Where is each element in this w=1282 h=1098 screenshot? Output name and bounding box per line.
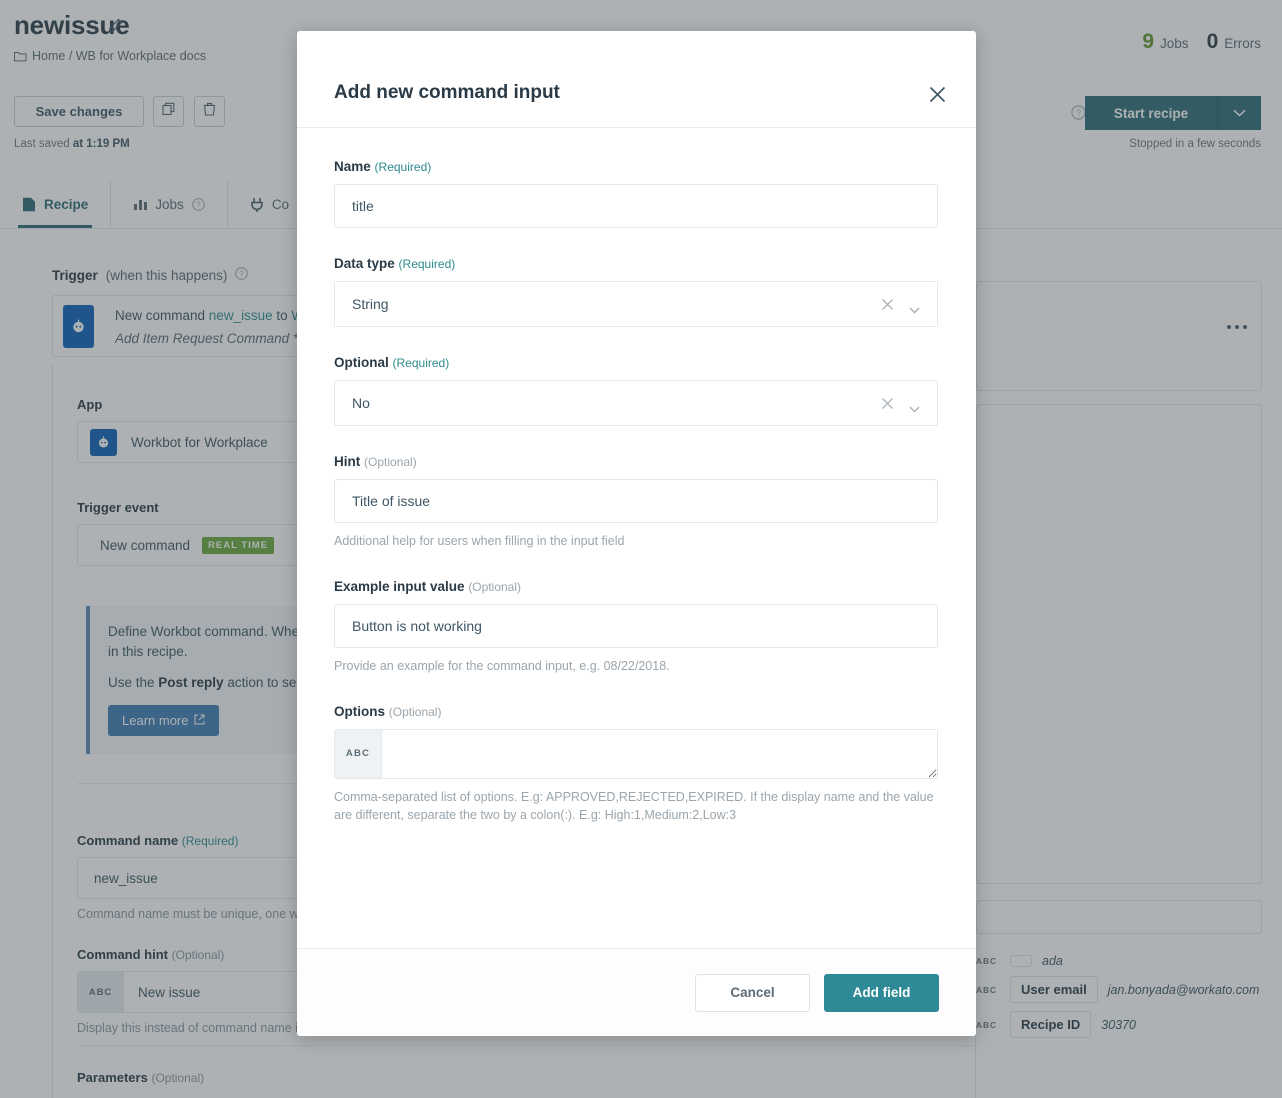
hint-label-text: Hint bbox=[334, 454, 361, 469]
data-type-field-label: Data type (Required) bbox=[334, 256, 939, 271]
chevron-down-icon[interactable] bbox=[909, 301, 920, 314]
data-type-label-text: Data type bbox=[334, 256, 395, 271]
options-field: Options (Optional) ABC Comma-separated l… bbox=[334, 704, 939, 826]
name-required: (Required) bbox=[374, 160, 432, 174]
add-field-button[interactable]: Add field bbox=[824, 973, 939, 1012]
options-textarea[interactable] bbox=[382, 729, 937, 778]
options-field-label: Options (Optional) bbox=[334, 704, 939, 719]
hint-field: Hint (Optional) Additional help for user… bbox=[334, 454, 939, 551]
options-help-text: Comma-separated list of options. E.g: AP… bbox=[334, 789, 934, 823]
dialog-body: Name (Required) Data type (Required) Str… bbox=[297, 128, 976, 948]
name-field-label: Name (Required) bbox=[334, 159, 939, 174]
options-label-text: Options bbox=[334, 703, 385, 719]
hint-field-label: Hint (Optional) bbox=[334, 454, 939, 469]
example-input[interactable] bbox=[334, 603, 938, 648]
data-type-required: (Required) bbox=[398, 257, 456, 271]
optional-label-text: Optional bbox=[334, 355, 389, 370]
optional-select[interactable]: No bbox=[334, 380, 938, 426]
dialog-footer: Cancel Add field bbox=[297, 948, 976, 1036]
name-field: Name (Required) bbox=[334, 159, 939, 228]
optional-value: No bbox=[352, 395, 370, 411]
data-type-select[interactable]: String bbox=[334, 281, 938, 327]
example-label-text: Example input value bbox=[334, 578, 465, 594]
hint-input[interactable] bbox=[334, 479, 938, 523]
name-label-text: Name bbox=[334, 159, 371, 174]
hint-help-text: Additional help for users when filling i… bbox=[334, 534, 625, 548]
example-field-label: Example input value (Optional) bbox=[334, 579, 939, 594]
example-help-text: Provide an example for the command input… bbox=[334, 658, 670, 673]
abc-chip-icon: ABC bbox=[335, 729, 382, 778]
options-optional: (Optional) bbox=[388, 704, 442, 719]
close-button[interactable] bbox=[924, 83, 950, 109]
example-field: Example input value (Optional) Provide a… bbox=[334, 579, 939, 676]
cancel-button[interactable]: Cancel bbox=[695, 973, 810, 1012]
data-type-field: Data type (Required) String bbox=[334, 256, 939, 327]
options-input-wrapper: ABC bbox=[334, 728, 938, 779]
optional-field: Optional (Required) No bbox=[334, 355, 939, 426]
hint-optional: (Optional) bbox=[364, 455, 417, 469]
example-optional: (Optional) bbox=[468, 579, 521, 594]
data-type-value: String bbox=[352, 296, 389, 312]
optional-field-label: Optional (Required) bbox=[334, 355, 939, 370]
dialog-header: Add new command input bbox=[297, 31, 976, 128]
chevron-down-icon[interactable] bbox=[909, 400, 920, 413]
clear-icon[interactable] bbox=[880, 396, 895, 411]
add-command-input-dialog: Add new command input Name (Required) Da… bbox=[297, 31, 976, 1036]
optional-required: (Required) bbox=[392, 356, 450, 370]
name-input[interactable] bbox=[334, 184, 938, 228]
clear-icon[interactable] bbox=[880, 297, 895, 312]
close-icon bbox=[928, 85, 947, 107]
dialog-title: Add new command input bbox=[334, 82, 560, 103]
